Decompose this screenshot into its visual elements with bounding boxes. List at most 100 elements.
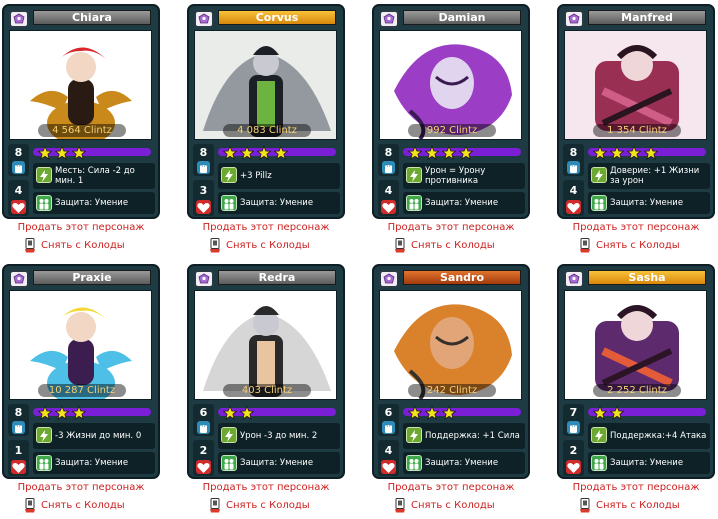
ability-text: Поддержка: +1 Сила xyxy=(425,431,520,441)
heart-icon xyxy=(566,460,581,474)
sell-character-link[interactable]: Продать этот персонаж xyxy=(187,482,345,494)
card-name: Damian xyxy=(403,10,521,25)
bonus-text: Защита: Умение xyxy=(610,198,684,208)
remove-from-deck-link[interactable]: Снять с Колоды xyxy=(41,500,125,512)
hand-card-icon xyxy=(394,498,406,513)
character-card[interactable]: Sandro 242 Clintz 6 4 Поддержка: +1 Сила Защи… xyxy=(372,264,530,479)
people-icon xyxy=(36,455,52,471)
ability-box: Урон = Урону противника xyxy=(403,163,525,189)
clan-icon xyxy=(564,270,584,288)
sell-character-link[interactable]: Продать этот персонаж xyxy=(2,222,160,234)
remove-from-deck-link[interactable]: Снять с Колоды xyxy=(596,240,680,252)
remove-from-deck-link[interactable]: Снять с Колоды xyxy=(596,500,680,512)
people-icon xyxy=(36,195,52,211)
character-portrait: 1 354 Clintz xyxy=(564,30,707,140)
heart-icon xyxy=(381,200,396,214)
character-card[interactable]: Sasha 2 252 Clintz 7 2 Поддержка:+4 Атака Защ… xyxy=(557,264,715,479)
card-slot: Sandro 242 Clintz 6 4 Поддержка: +1 Сила Защи… xyxy=(372,264,530,519)
ability-box: Урон -3 до мин. 2 xyxy=(218,423,340,449)
hand-card-icon xyxy=(394,238,406,253)
lightning-icon xyxy=(591,427,607,443)
star-icon xyxy=(458,145,474,160)
hand-card-icon xyxy=(579,238,591,253)
star-icon xyxy=(71,145,87,160)
star-icon xyxy=(71,405,87,420)
damage-stat: 4 xyxy=(8,180,29,216)
card-slot: Manfred 1 354 Clintz 8 4 Доверие: +1 Жизни з… xyxy=(557,4,715,259)
star-icon xyxy=(222,145,238,160)
fist-icon xyxy=(567,421,580,434)
remove-from-deck-link[interactable]: Снять с Колоды xyxy=(226,500,310,512)
sell-character-link[interactable]: Продать этот персонаж xyxy=(372,482,530,494)
ability-text: +3 Pillz xyxy=(240,171,272,181)
level-stars xyxy=(218,405,339,420)
star-icon xyxy=(407,405,423,420)
star-icon xyxy=(54,405,70,420)
character-card[interactable]: Praxie 10 287 Clintz 8 1 -3 Жизни до мин. 0 З… xyxy=(2,264,160,479)
power-value: 7 xyxy=(569,406,578,419)
sell-character-link[interactable]: Продать этот персонаж xyxy=(557,222,715,234)
ability-box: Поддержка:+4 Атака xyxy=(588,423,710,449)
sell-character-link[interactable]: Продать этот персонаж xyxy=(557,482,715,494)
clan-icon xyxy=(9,10,29,28)
remove-from-deck-link[interactable]: Снять с Колоды xyxy=(411,500,495,512)
character-card[interactable]: Corvus 4 083 Clintz 8 3 +3 Pillz Защита: Умен… xyxy=(187,4,345,219)
star-icon xyxy=(441,405,457,420)
hand-card-icon xyxy=(24,238,36,253)
damage-stat: 4 xyxy=(563,180,584,216)
star-icon xyxy=(609,145,625,160)
lightning-icon xyxy=(406,167,422,183)
star-icon xyxy=(273,145,289,160)
power-stat: 6 xyxy=(193,404,214,436)
star-icon xyxy=(424,145,440,160)
fist-icon xyxy=(567,161,580,174)
bonus-text: Защита: Умение xyxy=(425,198,499,208)
bonus-box: Защита: Умение xyxy=(588,452,710,474)
card-slot: Praxie 10 287 Clintz 8 1 -3 Жизни до мин. 0 З… xyxy=(2,264,160,519)
power-value: 6 xyxy=(384,406,393,419)
card-price: 992 Clintz xyxy=(408,124,496,137)
card-price: 4 564 Clintz xyxy=(38,124,126,137)
star-icon xyxy=(37,145,53,160)
bonus-text: Защита: Умение xyxy=(55,198,129,208)
fist-icon xyxy=(197,421,210,434)
fist-icon xyxy=(12,421,25,434)
heart-icon xyxy=(11,460,26,474)
ability-box: Поддержка: +1 Сила xyxy=(403,423,525,449)
character-portrait: 992 Clintz xyxy=(379,30,522,140)
power-stat: 8 xyxy=(8,144,29,176)
clan-icon xyxy=(379,10,399,28)
character-portrait: 2 252 Clintz xyxy=(564,290,707,400)
sell-character-link[interactable]: Продать этот персонаж xyxy=(187,222,345,234)
character-portrait: 242 Clintz xyxy=(379,290,522,400)
people-icon xyxy=(406,455,422,471)
remove-from-deck-link[interactable]: Снять с Колоды xyxy=(226,240,310,252)
lightning-icon xyxy=(591,167,607,183)
bonus-text: Защита: Умение xyxy=(425,458,499,468)
damage-stat: 4 xyxy=(378,180,399,216)
character-card[interactable]: Chiara 4 564 Clintz 8 4 Месть: Сила -2 до ми… xyxy=(2,4,160,219)
hand-card-icon xyxy=(24,498,36,513)
sell-character-link[interactable]: Продать этот персонаж xyxy=(372,222,530,234)
character-portrait: 10 287 Clintz xyxy=(9,290,152,400)
damage-stat: 1 xyxy=(8,440,29,476)
clan-icon xyxy=(564,10,584,28)
hand-card-icon xyxy=(209,498,221,513)
remove-from-deck-link[interactable]: Снять с Колоды xyxy=(411,240,495,252)
ability-box: Месть: Сила -2 до мин. 1 xyxy=(33,163,155,189)
level-stars xyxy=(33,405,154,420)
character-card[interactable]: Manfred 1 354 Clintz 8 4 Доверие: +1 Жизни з… xyxy=(557,4,715,219)
remove-from-deck-link[interactable]: Снять с Колоды xyxy=(41,240,125,252)
card-name: Corvus xyxy=(218,10,336,25)
fist-icon xyxy=(382,421,395,434)
damage-value: 4 xyxy=(14,184,23,197)
people-icon xyxy=(221,455,237,471)
character-card[interactable]: Redra 403 Clintz 6 2 Урон -3 до мин. 2 Защита… xyxy=(187,264,345,479)
star-icon xyxy=(37,405,53,420)
star-icon xyxy=(626,145,642,160)
bonus-text: Защита: Умение xyxy=(240,458,314,468)
ability-text: Урон -3 до мин. 2 xyxy=(240,431,318,441)
heart-icon xyxy=(381,460,396,474)
sell-character-link[interactable]: Продать этот персонаж xyxy=(2,482,160,494)
character-card[interactable]: Damian 992 Clintz 8 4 Урон = Урону противник… xyxy=(372,4,530,219)
